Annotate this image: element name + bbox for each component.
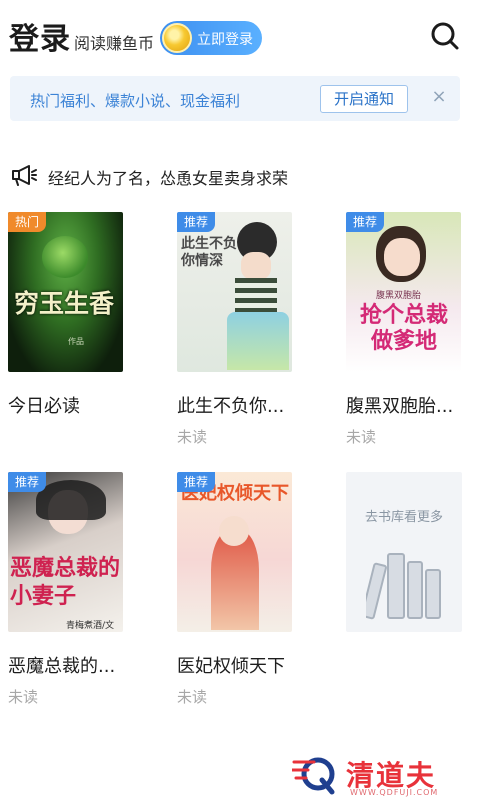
book-cover[interactable]: 医妃权倾天下 推荐	[177, 472, 292, 632]
cover-title: 穷玉生香	[14, 289, 115, 318]
book-title: 今日必读	[8, 396, 80, 417]
book-cover[interactable]: 腹黑双胞胎 抢个总裁做爹地 推荐	[346, 212, 461, 372]
recommend-badge: 推荐	[177, 212, 216, 232]
recommend-badge: 推荐	[346, 212, 385, 232]
close-icon[interactable]: ×	[428, 86, 450, 108]
read-status: 未读	[177, 428, 208, 446]
cover-credit: 青梅煮酒/文	[66, 621, 115, 631]
watermark-logo: 清道夫 WWW.QDFUJI.COM	[292, 752, 472, 798]
book-title: 医妃权倾天下	[177, 656, 285, 677]
login-subtitle: 阅读赚鱼币	[74, 34, 155, 53]
read-status: 未读	[8, 688, 39, 706]
cover-tagline: 腹黑双胞胎	[376, 291, 422, 301]
read-status: 未读	[346, 428, 377, 446]
coin-icon	[162, 23, 192, 53]
announcement-text: 经纪人为了名，怂恿女星卖身求荣	[48, 169, 289, 188]
book-title: 腹黑双胞胎...	[346, 396, 454, 417]
login-title[interactable]: 登录	[9, 14, 71, 58]
banner-text: 热门福利、爆款小说、现金福利	[30, 92, 241, 110]
read-status: 未读	[177, 688, 208, 706]
notification-banner: 热门福利、爆款小说、现金福利 开启通知 ×	[10, 76, 460, 121]
enable-notification-button[interactable]: 开启通知	[320, 85, 408, 113]
login-button-label: 立即登录	[197, 32, 253, 48]
library-more-card[interactable]: 去书库看更多	[346, 472, 462, 632]
cover-credit: 作品	[68, 337, 84, 346]
book-title: 恶魔总裁的...	[8, 656, 116, 677]
recommend-badge: 推荐	[8, 472, 47, 492]
watermark-q-icon	[292, 757, 335, 795]
header: 登录 阅读赚鱼币 立即登录	[0, 0, 480, 72]
recommend-badge: 推荐	[177, 472, 216, 492]
login-button[interactable]: 立即登录	[160, 21, 262, 55]
library-more-label: 去书库看更多	[364, 510, 443, 525]
book-cover[interactable]: 恶魔总裁的小妻子 青梅煮酒/文 推荐	[8, 472, 123, 632]
watermark-url: WWW.QDFUJI.COM	[350, 788, 439, 797]
hot-badge: 热门	[8, 212, 47, 232]
book-cover[interactable]: 穷玉生香 作品 热门	[8, 212, 123, 372]
cover-title: 恶魔总裁的小妻子	[10, 555, 121, 609]
book-cover[interactable]: 此生不负你情深 推荐	[177, 212, 292, 372]
cover-title: 抢个总裁做爹地	[359, 302, 448, 354]
books-stack-icon	[361, 550, 446, 622]
search-icon[interactable]	[428, 19, 462, 53]
cover-title: 此生不负你情深	[181, 236, 237, 269]
book-title: 此生不负你...	[177, 396, 285, 417]
megaphone-icon	[10, 164, 38, 186]
